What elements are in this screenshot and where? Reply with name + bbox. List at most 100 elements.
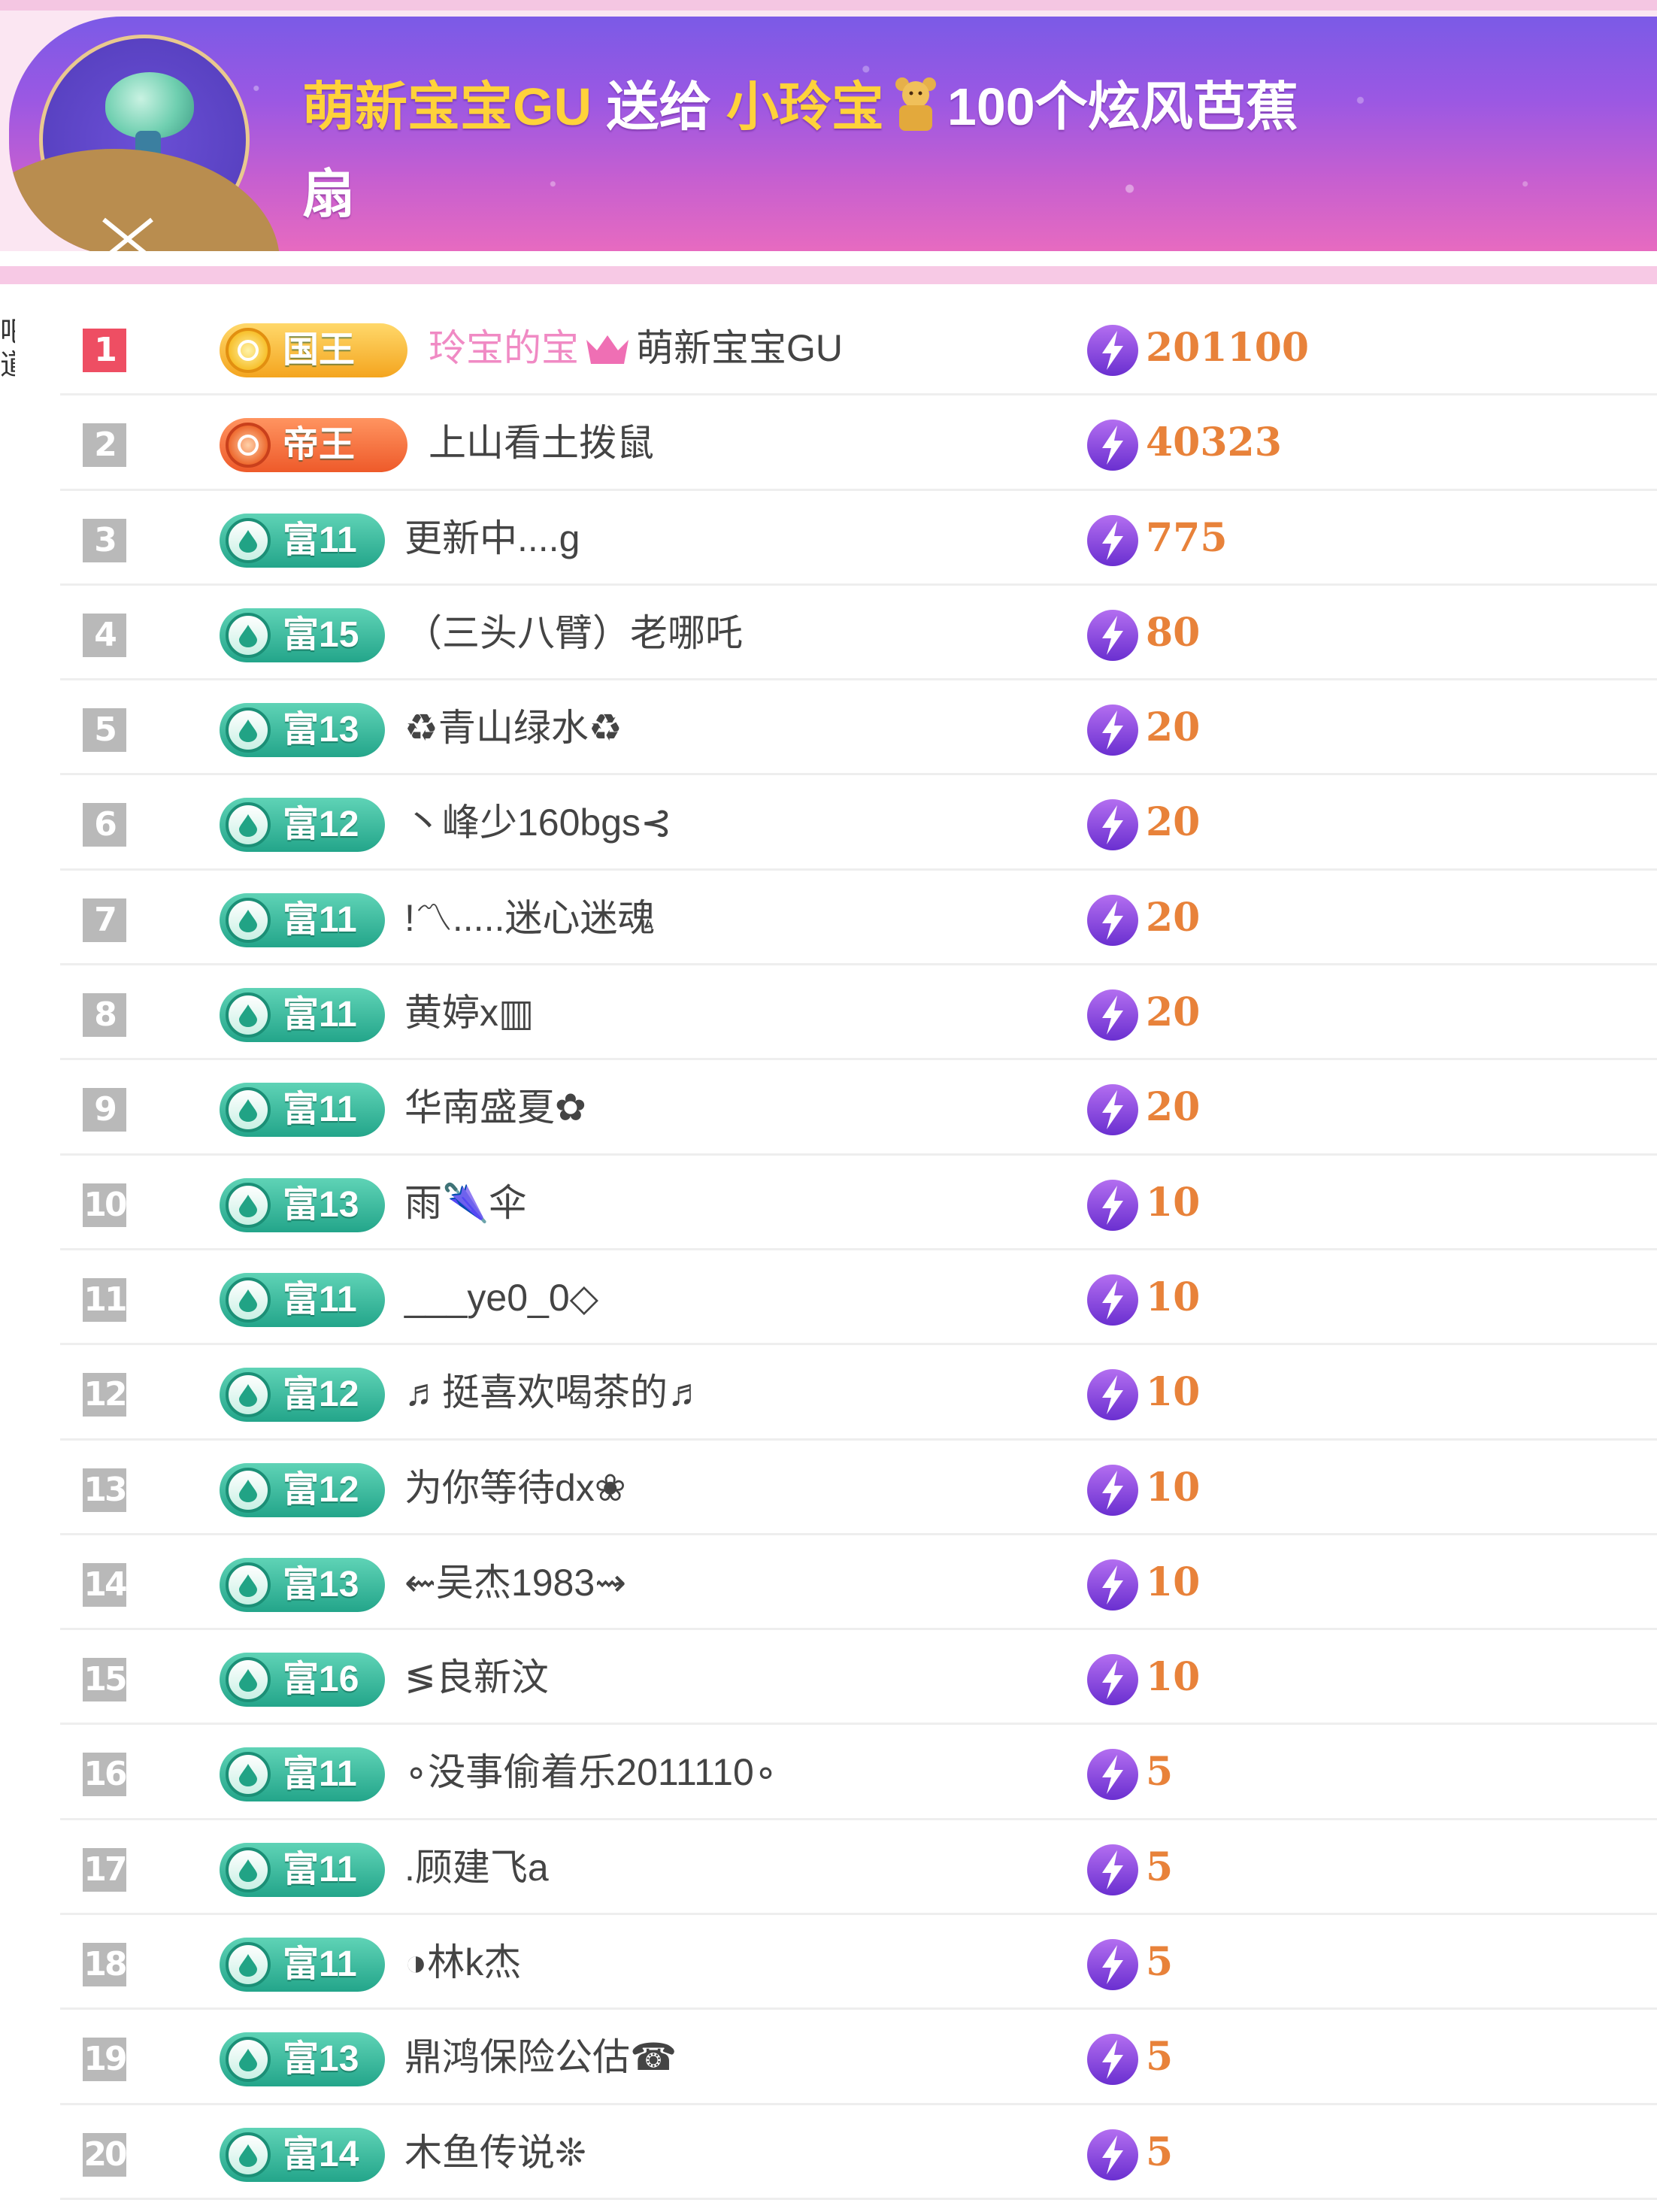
wealth-level-badge: 帝王 xyxy=(220,418,407,473)
ranking-row[interactable]: 8 富11 黄婷x▥ 20 xyxy=(0,965,1657,1061)
wealth-level-badge: 富12 xyxy=(220,1368,385,1423)
ranking-row[interactable]: 13 富12 为你等待dx❀ 10 xyxy=(0,1441,1657,1535)
wealth-level-badge: 富13 xyxy=(220,2032,385,2087)
ranking-row[interactable]: 18 富11 ◑林k杰 5 xyxy=(0,1915,1657,2010)
close-icon[interactable] xyxy=(98,214,158,251)
ranking-row[interactable]: 16 富11 ∘没事偷着乐2011110∘ 5 xyxy=(0,1725,1657,1820)
fan-group-name: 玲宝的宝 xyxy=(429,327,579,369)
badge-label: 富11 xyxy=(283,1089,357,1130)
user-name-text: 更新中....g xyxy=(404,517,580,559)
rank-number: 16 xyxy=(83,1753,128,1797)
coin-icon xyxy=(226,328,271,373)
user-name[interactable]: 鼎鸿保险公估☎ xyxy=(404,2010,677,2104)
ranking-row[interactable]: 5 富13 ♻青山绿水♻ 20 xyxy=(0,680,1657,776)
top-strip xyxy=(0,0,1657,11)
badge-label: 富11 xyxy=(283,1849,357,1889)
rank-number: 8 xyxy=(83,993,126,1038)
user-name[interactable]: ≶良新汶 xyxy=(404,1630,549,1725)
row-divider xyxy=(60,2197,1657,2200)
user-name[interactable]: !〽.....迷心迷魂 xyxy=(404,871,655,965)
ranking-row[interactable]: 9 富11 华南盛夏✿ 20 xyxy=(0,1060,1657,1156)
user-name[interactable]: .顾建飞a xyxy=(404,1820,549,1915)
user-name[interactable]: ♬挺喜欢喝茶的♬ xyxy=(404,1345,705,1440)
receiver-name[interactable]: 小玲宝 xyxy=(726,77,884,136)
ranking-row[interactable]: 11 富11 ___ye0_0◇ 10 xyxy=(0,1250,1657,1346)
rank-number: 12 xyxy=(83,1373,128,1417)
contribution-score: 10 xyxy=(1146,1274,1201,1320)
ranking-row[interactable]: 20 富14 木鱼传说❊ 5 xyxy=(0,2105,1657,2200)
ranking-row[interactable]: 12 富12 ♬挺喜欢喝茶的♬ 10 xyxy=(0,1345,1657,1441)
lightning-icon xyxy=(1087,420,1138,471)
sender-name[interactable]: 萌新宝宝GU xyxy=(302,77,592,136)
user-name-text: 鼎鸿保险公估☎ xyxy=(404,2036,677,2079)
ranking-row[interactable]: 1 国王 玲宝的宝 萌新宝宝GU 201100 xyxy=(0,301,1657,396)
lightning-icon xyxy=(1087,1464,1138,1516)
wealth-level-badge: 富11 xyxy=(220,988,385,1043)
drop-icon xyxy=(226,1752,271,1798)
user-name-text: .顾建飞a xyxy=(404,1846,549,1889)
user-name[interactable]: 丶峰少160bgs⊰ xyxy=(404,775,672,870)
contribution-score: 201100 xyxy=(1146,325,1310,371)
ranking-row[interactable]: 15 富16 ≶良新汶 10 xyxy=(0,1630,1657,1726)
rank-number: 1 xyxy=(83,329,126,372)
drop-icon xyxy=(226,612,271,658)
ranking-row[interactable]: 6 富12 丶峰少160bgs⊰ 20 xyxy=(0,775,1657,871)
user-name[interactable]: 雨🌂伞 xyxy=(404,1156,526,1250)
user-name[interactable]: ◑林k杰 xyxy=(404,1915,521,2010)
drop-icon xyxy=(226,1657,271,1703)
user-name-text: ◑林k杰 xyxy=(404,1941,522,1984)
contribution-score: 5 xyxy=(1146,2034,1174,2080)
user-name[interactable]: ♻青山绿水♻ xyxy=(404,680,623,775)
rank-number: 7 xyxy=(83,898,126,942)
lightning-icon xyxy=(1087,705,1138,756)
gift-message: 萌新宝宝GU 送给 小玲宝 100个炫风芭蕉 扇 xyxy=(302,63,1580,238)
user-name[interactable]: ∘没事偷着乐2011110∘ xyxy=(404,1725,777,1820)
user-name[interactable]: 玲宝的宝 萌新宝宝GU xyxy=(429,301,843,395)
drop-icon xyxy=(226,1942,271,1988)
crown-icon xyxy=(586,335,629,364)
rank-number: 11 xyxy=(83,1277,128,1322)
ranking-row[interactable]: 2 帝王 上山看土拨鼠 40323 xyxy=(0,395,1657,491)
wealth-level-badge: 国王 xyxy=(220,323,407,377)
lightning-icon xyxy=(1087,609,1138,661)
user-name-text: ♬挺喜欢喝茶的♬ xyxy=(404,1371,705,1414)
ranking-row[interactable]: 7 富11 !〽.....迷心迷魂 20 xyxy=(0,871,1657,966)
wealth-level-badge: 富13 xyxy=(220,703,385,758)
ranking-row[interactable]: 3 富11 更新中....g 775 xyxy=(0,491,1657,586)
user-name[interactable]: ___ye0_0◇ xyxy=(404,1250,598,1345)
user-name[interactable]: 更新中....g xyxy=(404,491,580,586)
user-name-text: ♻青山绿水♻ xyxy=(404,707,623,750)
user-name-text: ∘没事偷着乐2011110∘ xyxy=(404,1751,778,1794)
contribution-score: 10 xyxy=(1146,1654,1201,1701)
user-name[interactable]: 上山看土拨鼠 xyxy=(429,395,654,490)
ranking-row[interactable]: 17 富11 .顾建飞a 5 xyxy=(0,1820,1657,1916)
user-name[interactable]: 木鱼传说❊ xyxy=(404,2105,586,2200)
wealth-level-badge: 富11 xyxy=(220,1938,385,1992)
ranking-row[interactable]: 14 富13 ⇜吴杰1983⇝ 10 xyxy=(0,1535,1657,1631)
avatar-creature-icon xyxy=(105,72,194,159)
user-name[interactable]: 华南盛夏✿ xyxy=(404,1060,586,1155)
contribution-score: 80 xyxy=(1146,609,1201,656)
user-name[interactable]: 为你等待dx❀ xyxy=(404,1441,626,1535)
drop-icon xyxy=(226,2132,271,2177)
user-name[interactable]: （三头八臂）老哪吒 xyxy=(404,586,743,680)
contribution-score: 5 xyxy=(1146,1939,1174,1986)
user-name[interactable]: 黄婷x▥ xyxy=(404,965,534,1060)
drop-icon xyxy=(226,1087,271,1133)
contribution-score: 20 xyxy=(1146,1084,1201,1131)
ranking-row[interactable]: 10 富13 雨🌂伞 10 xyxy=(0,1156,1657,1250)
rank-number: 19 xyxy=(83,2038,128,2082)
user-name-text: 萌新宝宝GU xyxy=(636,327,843,369)
drop-icon xyxy=(226,2037,271,2083)
wealth-level-badge: 富12 xyxy=(220,1462,385,1517)
user-name-text: 丶峰少160bgs⊰ xyxy=(404,801,672,844)
drop-icon xyxy=(226,1562,271,1607)
ranking-row[interactable]: 4 富15 （三头八臂）老哪吒 80 xyxy=(0,586,1657,681)
badge-label: 富13 xyxy=(283,710,359,750)
drop-icon xyxy=(226,1277,271,1323)
user-name[interactable]: ⇜吴杰1983⇝ xyxy=(404,1535,626,1630)
contribution-score: 10 xyxy=(1146,1369,1201,1416)
rank-number: 20 xyxy=(83,2132,128,2177)
ranking-row[interactable]: 19 富13 鼎鸿保险公估☎ 5 xyxy=(0,2010,1657,2105)
user-name-text: 黄婷x▥ xyxy=(404,992,535,1035)
